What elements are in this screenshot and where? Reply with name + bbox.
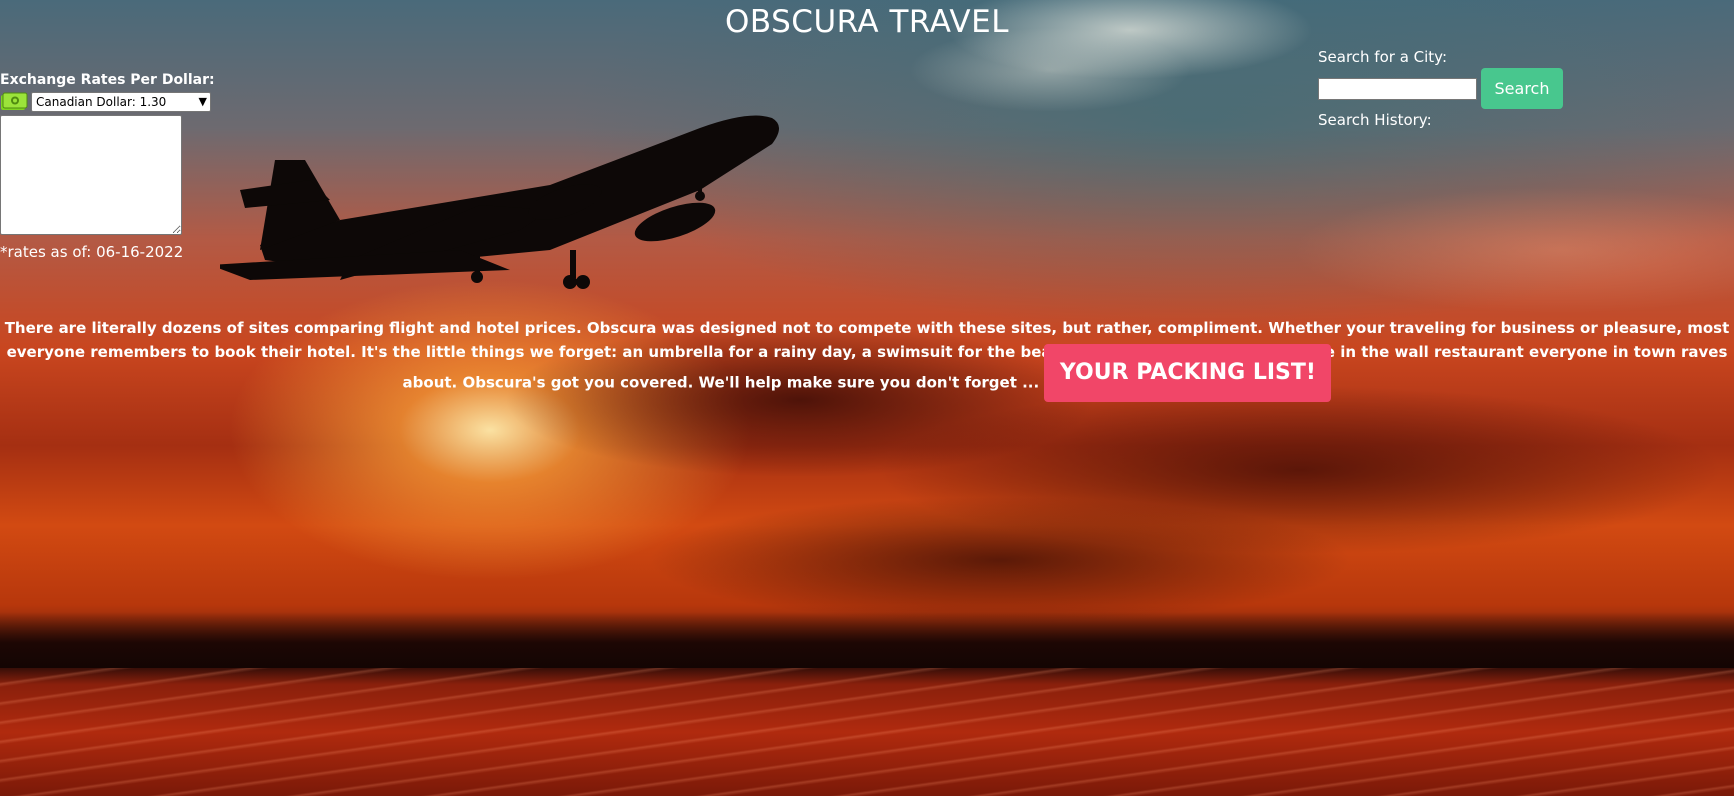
exchange-rates-label: Exchange Rates Per Dollar: bbox=[0, 72, 215, 88]
rates-date-note: *rates as of: 06-16-2022 bbox=[0, 243, 184, 261]
city-search-panel: Search for a City: Search Search History… bbox=[1318, 48, 1563, 129]
page-title: OBSCURA TRAVEL bbox=[725, 4, 1009, 40]
city-search-input[interactable] bbox=[1318, 77, 1477, 100]
money-icon bbox=[0, 92, 28, 112]
search-history-label: Search History: bbox=[1318, 111, 1432, 129]
packing-list-button[interactable]: YOUR PACKING LIST! bbox=[1044, 344, 1332, 402]
search-button[interactable]: Search bbox=[1481, 68, 1563, 109]
currency-select[interactable]: Canadian Dollar: 1.30 ▼ bbox=[31, 92, 211, 112]
city-search-row: Search bbox=[1318, 68, 1563, 109]
background-waves bbox=[0, 668, 1734, 796]
exchange-rates-row: Canadian Dollar: 1.30 ▼ bbox=[0, 92, 215, 112]
exchange-rates-textarea[interactable] bbox=[0, 115, 182, 235]
intro-text: There are literally dozens of sites comp… bbox=[4, 319, 1730, 392]
background-horizon bbox=[0, 612, 1734, 668]
currency-select-value: Canadian Dollar: 1.30 bbox=[36, 95, 167, 109]
intro-section: There are literally dozens of sites comp… bbox=[0, 316, 1734, 402]
city-search-label: Search for a City: bbox=[1318, 48, 1448, 66]
airplane-silhouette bbox=[220, 115, 779, 289]
chevron-down-icon: ▼ bbox=[198, 95, 207, 108]
exchange-rates-panel: Exchange Rates Per Dollar: Canadian Doll… bbox=[0, 72, 215, 261]
